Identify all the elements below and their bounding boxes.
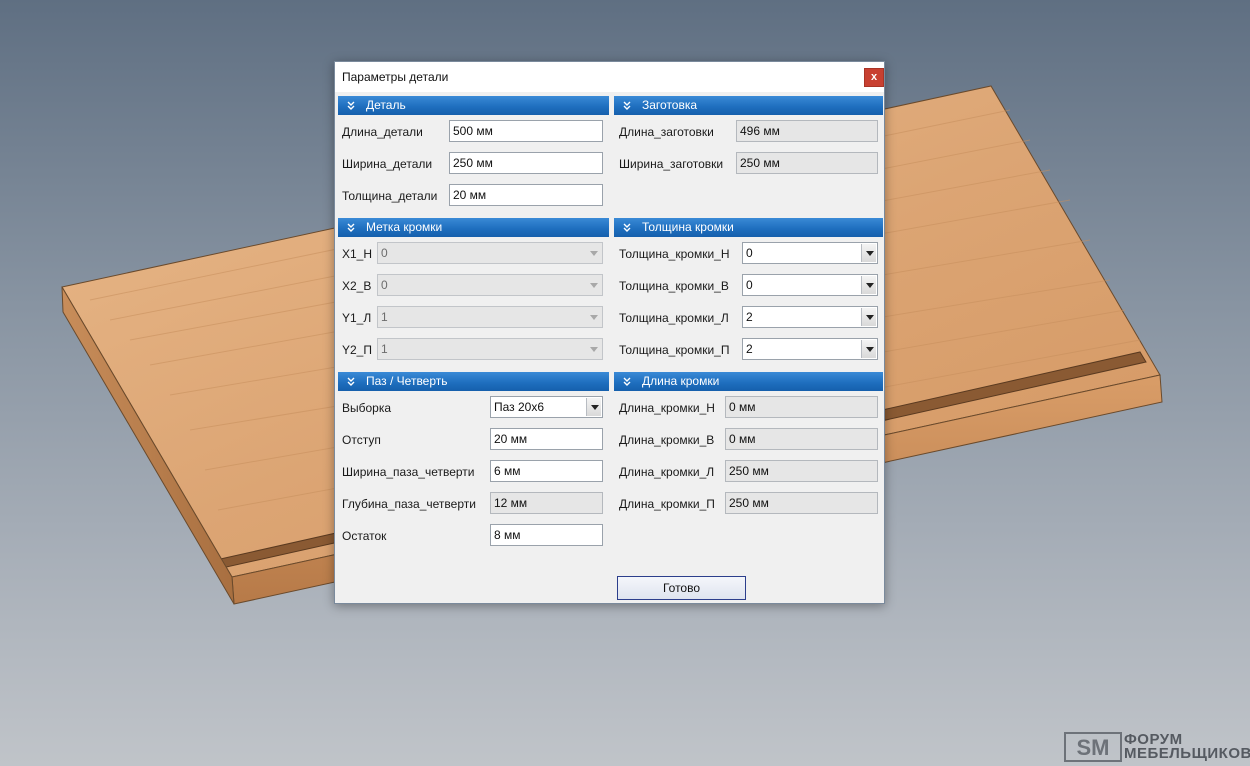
section-title: Метка кромки bbox=[366, 220, 443, 234]
dropdown-arrow-icon[interactable] bbox=[861, 340, 876, 358]
edge-thickness-bottom-select[interactable]: 0 bbox=[742, 242, 878, 264]
logo-text: SM bbox=[1077, 735, 1110, 760]
select-value: 1 bbox=[381, 310, 388, 324]
label-edge-length-bottom: Длина_кромки_Н bbox=[619, 401, 715, 415]
label-edge-mark-y2: Y2_П bbox=[342, 343, 372, 357]
part-width-input[interactable]: 250 мм bbox=[449, 152, 603, 174]
section-header-detail[interactable]: Деталь bbox=[338, 96, 609, 115]
label-edge-mark-x1: X1_Н bbox=[342, 247, 373, 261]
label-edge-thickness-bottom: Толщина_кромки_Н bbox=[619, 247, 730, 261]
collapse-chevron-icon bbox=[623, 377, 631, 386]
label-part-length: Длина_детали bbox=[342, 125, 423, 139]
label-remainder: Остаток bbox=[342, 529, 387, 543]
groove-depth-readonly: 12 мм bbox=[490, 492, 603, 514]
dropdown-arrow-icon bbox=[586, 308, 601, 326]
section-header-blank[interactable]: Заготовка bbox=[614, 96, 883, 115]
dropdown-arrow-icon[interactable] bbox=[861, 276, 876, 294]
groove-width-input[interactable]: 6 мм bbox=[490, 460, 603, 482]
collapse-chevron-icon bbox=[347, 377, 355, 386]
dropdown-arrow-icon bbox=[586, 244, 601, 262]
edge-thickness-right-select[interactable]: 2 bbox=[742, 338, 878, 360]
watermark-line2: МЕБЕЛЬЩИКОВ bbox=[1124, 745, 1250, 762]
edge-length-top-readonly: 0 мм bbox=[725, 428, 878, 450]
dialog-title: Параметры детали bbox=[342, 70, 449, 84]
part-parameters-dialog: Параметры детали x Деталь Длина_детали 5… bbox=[334, 61, 885, 604]
select-value: 0 bbox=[746, 278, 753, 292]
blank-length-readonly: 496 мм bbox=[736, 120, 878, 142]
section-header-edge-mark[interactable]: Метка кромки bbox=[338, 218, 609, 237]
label-edge-length-right: Длина_кромки_П bbox=[619, 497, 715, 511]
section-title: Заготовка bbox=[642, 98, 698, 112]
dropdown-arrow-icon bbox=[586, 340, 601, 358]
edge-mark-x2-select: 0 bbox=[377, 274, 603, 296]
groove-type-select[interactable]: Паз 20х6 bbox=[490, 396, 603, 418]
label-edge-mark-y1: Y1_Л bbox=[342, 311, 372, 325]
collapse-chevron-icon bbox=[623, 223, 631, 232]
edge-length-right-readonly: 250 мм bbox=[725, 492, 878, 514]
label-groove-offset: Отступ bbox=[342, 433, 381, 447]
sm-logo-icon: SM bbox=[1064, 732, 1122, 762]
section-header-groove[interactable]: Паз / Четверть bbox=[338, 372, 609, 391]
dropdown-arrow-icon[interactable] bbox=[861, 244, 876, 262]
select-value: Паз 20х6 bbox=[494, 400, 545, 414]
edge-thickness-left-select[interactable]: 2 bbox=[742, 306, 878, 328]
select-value: 1 bbox=[381, 342, 388, 356]
part-thickness-input[interactable]: 20 мм bbox=[449, 184, 603, 206]
blank-width-readonly: 250 мм bbox=[736, 152, 878, 174]
select-value: 2 bbox=[746, 342, 753, 356]
section-title: Длина кромки bbox=[642, 374, 720, 388]
remainder-input[interactable]: 8 мм bbox=[490, 524, 603, 546]
label-edge-thickness-left: Толщина_кромки_Л bbox=[619, 311, 729, 325]
section-title: Деталь bbox=[366, 98, 406, 112]
edge-mark-x1-select: 0 bbox=[377, 242, 603, 264]
label-blank-length: Длина_заготовки bbox=[619, 125, 714, 139]
label-edge-mark-x2: X2_В bbox=[342, 279, 372, 293]
edge-length-left-readonly: 250 мм bbox=[725, 460, 878, 482]
label-groove-type: Выборка bbox=[342, 401, 392, 415]
select-value: 2 bbox=[746, 310, 753, 324]
edge-thickness-top-select[interactable]: 0 bbox=[742, 274, 878, 296]
collapse-chevron-icon bbox=[347, 101, 355, 110]
dropdown-arrow-icon[interactable] bbox=[861, 308, 876, 326]
dialog-titlebar[interactable]: Параметры детали x bbox=[335, 62, 884, 92]
forum-watermark: SM ФОРУМ МЕБЕЛЬЩИКОВ bbox=[1064, 730, 1250, 764]
edge-mark-y1-select: 1 bbox=[377, 306, 603, 328]
collapse-chevron-icon bbox=[347, 223, 355, 232]
groove-offset-input[interactable]: 20 мм bbox=[490, 428, 603, 450]
label-part-thickness: Толщина_детали bbox=[342, 189, 438, 203]
label-edge-length-left: Длина_кромки_Л bbox=[619, 465, 715, 479]
label-blank-width: Ширина_заготовки bbox=[619, 157, 724, 171]
edge-length-bottom-readonly: 0 мм bbox=[725, 396, 878, 418]
section-title: Паз / Четверть bbox=[366, 374, 448, 388]
section-header-edge-length[interactable]: Длина кромки bbox=[614, 372, 883, 391]
done-button[interactable]: Готово bbox=[617, 576, 746, 600]
close-button[interactable]: x bbox=[864, 68, 884, 87]
edge-mark-y2-select: 1 bbox=[377, 338, 603, 360]
select-value: 0 bbox=[381, 278, 388, 292]
select-value: 0 bbox=[746, 246, 753, 260]
label-edge-length-top: Длина_кромки_В bbox=[619, 433, 715, 447]
label-edge-thickness-right: Толщина_кромки_П bbox=[619, 343, 730, 357]
label-part-width: Ширина_детали bbox=[342, 157, 433, 171]
label-groove-width: Ширина_паза_четверти bbox=[342, 465, 475, 479]
section-header-edge-thickness[interactable]: Толщина кромки bbox=[614, 218, 883, 237]
label-groove-depth: Глубина_паза_четверти bbox=[342, 497, 476, 511]
dropdown-arrow-icon bbox=[586, 276, 601, 294]
collapse-chevron-icon bbox=[623, 101, 631, 110]
part-length-input[interactable]: 500 мм bbox=[449, 120, 603, 142]
dropdown-arrow-icon[interactable] bbox=[586, 398, 601, 416]
select-value: 0 bbox=[381, 246, 388, 260]
label-edge-thickness-top: Толщина_кромки_В bbox=[619, 279, 729, 293]
section-title: Толщина кромки bbox=[642, 220, 734, 234]
